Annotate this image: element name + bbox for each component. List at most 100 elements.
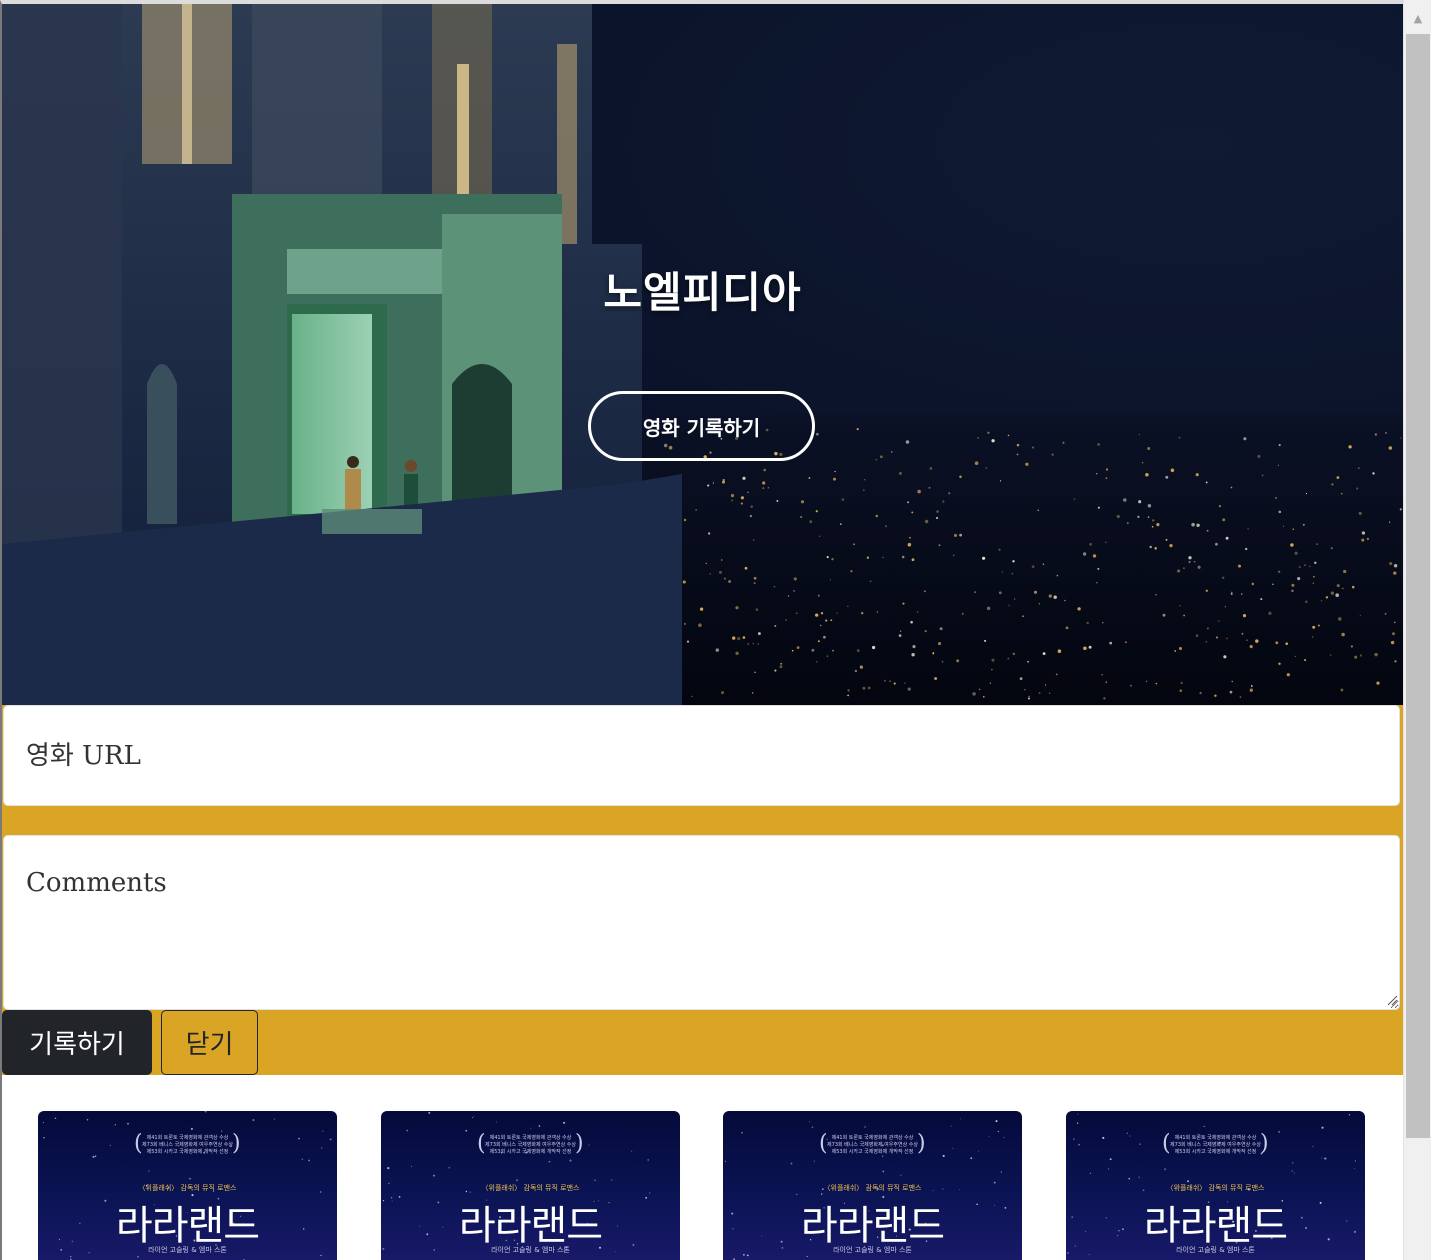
city-light: [917, 489, 921, 494]
city-light: [850, 570, 853, 573]
city-light: [1205, 640, 1208, 643]
city-light: [836, 612, 838, 614]
city-light: [1309, 565, 1311, 568]
city-light: [752, 692, 754, 694]
city-light: [847, 605, 849, 607]
city-light: [1073, 498, 1076, 500]
city-light: [686, 640, 690, 643]
scrollbar-thumb[interactable]: [1406, 34, 1430, 1138]
city-light: [1045, 684, 1047, 686]
close-form-button[interactable]: 닫기: [161, 1010, 258, 1075]
city-light: [1275, 497, 1277, 499]
city-light: [1095, 473, 1098, 475]
city-light: [1359, 614, 1361, 617]
city-light: [904, 682, 906, 684]
city-light: [1193, 560, 1196, 563]
city-light: [1394, 621, 1396, 624]
city-light: [1179, 647, 1182, 650]
city-light: [1007, 657, 1010, 660]
city-light: [747, 491, 749, 494]
city-light: [974, 591, 977, 593]
city-light: [1188, 560, 1191, 564]
city-light: [762, 481, 766, 485]
city-light: [907, 501, 910, 504]
city-light: [934, 677, 938, 680]
city-light: [1097, 567, 1100, 570]
movie-card-list: ( ) 제41회 토론토 국제영화제 관객상 수상 제73회 베니스 국제영화제…: [2, 1075, 1403, 1260]
movie-url-input[interactable]: [3, 705, 1400, 806]
city-light: [817, 594, 820, 597]
city-light: [1031, 446, 1035, 449]
city-light: [1170, 468, 1175, 473]
city-light: [1336, 476, 1340, 480]
city-light: [1384, 612, 1387, 615]
city-light: [1031, 565, 1035, 568]
city-light: [691, 695, 693, 698]
city-light: [753, 582, 756, 585]
city-light: [1138, 500, 1142, 504]
city-light: [1317, 624, 1320, 627]
city-light: [698, 623, 702, 627]
city-light: [1260, 598, 1263, 601]
city-light: [1357, 467, 1360, 470]
movie-card[interactable]: ( ) 제41회 토론토 국제영화제 관객상 수상 제73회 베니스 국제영화제…: [723, 1111, 1022, 1260]
city-light: [808, 477, 811, 479]
city-light: [974, 461, 979, 465]
city-light: [1001, 571, 1004, 573]
city-light: [1399, 508, 1402, 511]
poster-title: 라라랜드: [1143, 1203, 1288, 1249]
city-light: [1338, 617, 1342, 621]
city-light: [1297, 577, 1301, 581]
open-record-form-button[interactable]: 영화 기록하기: [588, 391, 815, 461]
resize-grip-icon[interactable]: [1386, 994, 1398, 1006]
city-light: [750, 505, 753, 508]
city-light: [742, 476, 746, 480]
city-light: [1388, 521, 1391, 523]
city-light: [1027, 661, 1029, 663]
city-light: [720, 559, 723, 561]
city-light: [991, 439, 995, 443]
poster-cast: 라이언 고슬링 & 엠마 스톤: [148, 1246, 227, 1254]
poster-awards: 제41회 토론토 국제영화제 관객상 수상 제73회 베니스 국제영화제 여우주…: [142, 1135, 233, 1155]
movie-card[interactable]: ( ) 제41회 토론토 국제영화제 관객상 수상 제73회 베니스 국제영화제…: [381, 1111, 680, 1260]
movie-card[interactable]: ( ) 제41회 토론토 국제영화제 관객상 수상 제73회 베니스 국제영화제…: [38, 1111, 337, 1260]
city-light: [1105, 541, 1107, 543]
city-light: [1182, 567, 1185, 570]
triangle-up-icon[interactable]: ▲: [1404, 4, 1431, 32]
city-light: [1304, 659, 1307, 662]
city-light: [853, 543, 855, 546]
city-light: [1155, 682, 1158, 685]
city-light: [1145, 472, 1149, 477]
movie-card[interactable]: ( ) 제41회 토론토 국제영화제 관객상 수상 제73회 베니스 국제영화제…: [1066, 1111, 1365, 1260]
city-light: [823, 635, 826, 639]
city-light: [1178, 436, 1181, 439]
city-light: [1016, 453, 1019, 456]
city-light: [989, 682, 992, 684]
city-light: [1101, 673, 1103, 676]
city-light: [1304, 564, 1306, 566]
city-light: [917, 611, 919, 613]
city-light: [866, 556, 870, 559]
vertical-scrollbar[interactable]: ▲: [1403, 0, 1431, 1260]
city-light: [898, 471, 902, 475]
city-light: [999, 480, 1002, 482]
city-light: [1053, 595, 1057, 599]
city-light: [1048, 594, 1052, 598]
city-light: [1012, 652, 1015, 656]
city-light: [1048, 692, 1051, 694]
city-light: [1096, 581, 1098, 584]
city-light: [1024, 688, 1026, 691]
city-light: [875, 459, 877, 461]
city-light: [911, 653, 915, 657]
city-light: [1342, 587, 1344, 590]
poster-title: 라라랜드: [458, 1203, 603, 1249]
city-light: [793, 589, 796, 592]
city-light: [1294, 551, 1298, 555]
city-light: [1042, 652, 1046, 655]
city-light: [986, 606, 991, 611]
city-light: [1165, 538, 1168, 541]
city-light: [889, 680, 891, 682]
city-light: [757, 643, 759, 645]
comments-textarea[interactable]: [3, 835, 1400, 1010]
save-record-button[interactable]: 기록하기: [2, 1010, 152, 1075]
